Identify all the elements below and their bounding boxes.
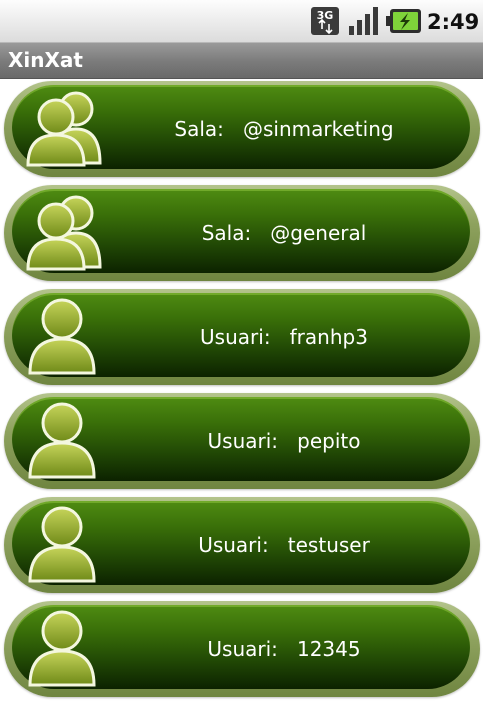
status-bar: 3G 2:49 — [0, 0, 483, 43]
list-item-label: Sala: @sinmarketing — [114, 79, 454, 179]
item-kind: Usuari: — [207, 637, 278, 661]
list-item-user[interactable]: Usuari: pepito — [4, 391, 480, 491]
item-name: testuser — [287, 533, 370, 557]
list-item-label: Usuari: 12345 — [114, 599, 454, 699]
item-kind: Usuari: — [200, 325, 271, 349]
group-icon — [26, 91, 102, 167]
list-item-room[interactable]: Sala: @sinmarketing — [4, 79, 480, 179]
3g-data-icon: 3G — [311, 7, 339, 35]
status-time: 2:49 — [427, 10, 480, 34]
chat-list: Sala: @sinmarketing Sala: @general Usuar… — [0, 79, 483, 702]
item-kind: Sala: — [201, 221, 252, 245]
item-name: @sinmarketing — [243, 117, 394, 141]
svg-text:3G: 3G — [317, 9, 334, 22]
list-item-user[interactable]: Usuari: franhp3 — [4, 287, 480, 387]
item-name: @general — [270, 221, 367, 245]
list-item-label: Sala: @general — [114, 183, 454, 283]
user-icon — [28, 298, 96, 375]
user-icon — [28, 610, 96, 687]
item-name: franhp3 — [289, 325, 368, 349]
list-item-user[interactable]: Usuari: 12345 — [4, 599, 480, 699]
battery-charging-icon — [386, 9, 421, 33]
app-title: XinXat — [8, 48, 83, 72]
group-icon — [26, 195, 102, 271]
signal-strength-icon — [349, 7, 378, 35]
list-item-label: Usuari: pepito — [114, 391, 454, 491]
item-kind: Usuari: — [207, 429, 279, 453]
list-item-label: Usuari: franhp3 — [114, 287, 454, 387]
item-name: 12345 — [296, 637, 361, 661]
user-icon — [28, 506, 96, 583]
list-item-room[interactable]: Sala: @general — [4, 183, 480, 283]
list-item-label: Usuari: testuser — [114, 495, 454, 595]
title-bar: XinXat — [0, 43, 483, 79]
item-name: pepito — [297, 429, 361, 453]
item-kind: Sala: — [174, 117, 224, 141]
list-item-user[interactable]: Usuari: testuser — [4, 495, 480, 595]
item-kind: Usuari: — [198, 533, 269, 557]
user-icon — [28, 402, 96, 479]
